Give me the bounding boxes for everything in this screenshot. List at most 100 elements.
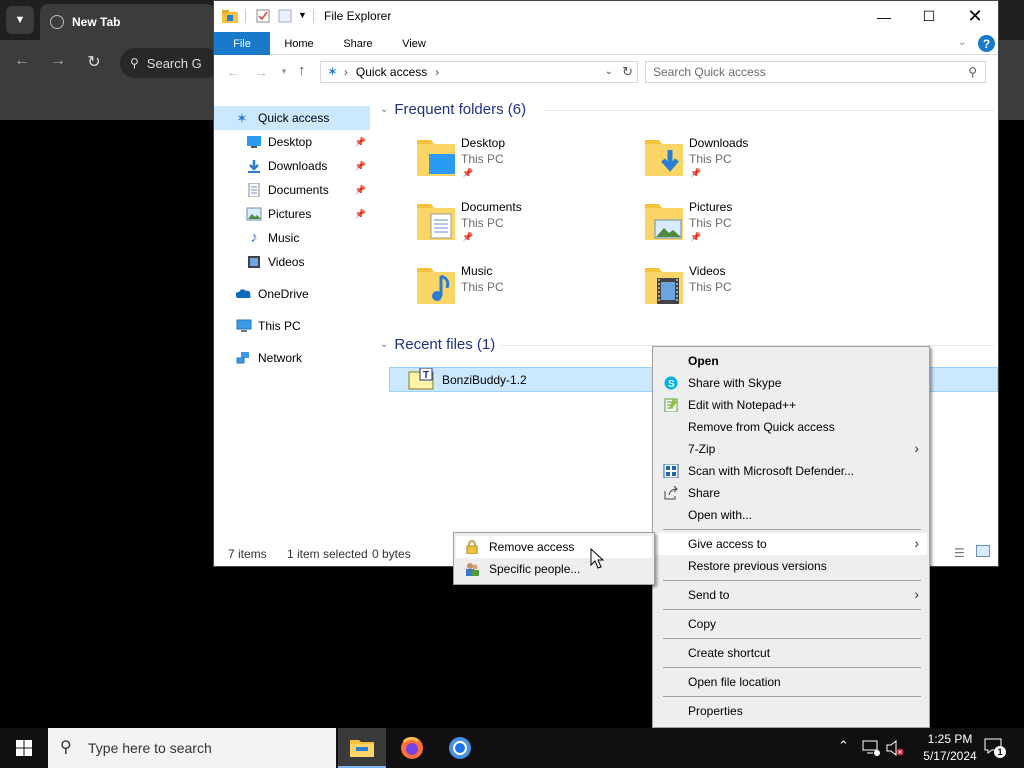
menu-item-give-access-to[interactable]: Give access to ›	[655, 533, 927, 555]
sidebar-item-pictures[interactable]: Pictures 📌	[214, 202, 370, 226]
minimize-button[interactable]: —	[861, 1, 907, 32]
sidebar-item-videos[interactable]: Videos	[214, 250, 370, 274]
sidebar-item-downloads[interactable]: Downloads 📌	[214, 154, 370, 178]
system-clock[interactable]: 1:25 PM 5/17/2024	[910, 731, 990, 765]
menu-item-7zip[interactable]: 7-Zip ›	[655, 438, 927, 460]
search-input[interactable]: Search Quick access ⚲	[645, 61, 986, 83]
sidebar-item-label: Downloads	[268, 159, 328, 173]
menu-item-share-with-skype[interactable]: S Share with Skype	[655, 372, 927, 394]
pin-icon: 📌	[462, 232, 474, 242]
tile-location: This PC	[689, 152, 732, 166]
breadcrumb[interactable]: Quick access	[356, 65, 427, 79]
address-dropdown-icon[interactable]: ⌄	[605, 66, 613, 77]
menu-item-label: Scan with Microsoft Defender...	[688, 464, 855, 478]
taskbar-search-input[interactable]: ⚲ Type here to search	[48, 728, 336, 768]
folder-tile-desktop[interactable]: Desktop This PC 📌	[415, 134, 635, 194]
menu-item-remove-from-quick-access[interactable]: Remove from Quick access	[655, 416, 927, 438]
menu-item-label: Restore previous versions	[688, 559, 827, 573]
back-icon[interactable]: ←	[12, 52, 32, 70]
sidebar-item-music[interactable]: ♪ Music	[214, 226, 370, 250]
forward-icon[interactable]: →	[254, 64, 268, 80]
folder-tile-documents[interactable]: Documents This PC 📌	[415, 198, 635, 258]
sidebar-item-label: Videos	[268, 255, 305, 269]
tile-location: This PC	[461, 280, 504, 294]
sidebar-item-label: OneDrive	[258, 287, 309, 301]
menu-item-restore-previous-versions[interactable]: Restore previous versions	[655, 555, 927, 577]
status-size: 0 bytes	[372, 547, 411, 561]
menu-item-specific-people[interactable]: Specific people...	[456, 558, 652, 580]
recent-files-header[interactable]: ⌄ Recent files (1)	[380, 336, 495, 353]
menu-separator	[663, 580, 921, 581]
menu-item-send-to[interactable]: Send to ›	[655, 584, 927, 606]
menu-item-label: Open file location	[688, 675, 781, 689]
taskbar-chrome[interactable]	[436, 728, 484, 768]
large-icons-view-icon[interactable]	[976, 545, 990, 557]
windows-logo-icon	[16, 740, 32, 756]
tile-location: This PC	[689, 280, 732, 294]
sidebar-item-onedrive[interactable]: OneDrive	[214, 282, 370, 306]
sidebar-item-this-pc[interactable]: This PC	[214, 314, 370, 338]
folder-tile-pictures[interactable]: Pictures This PC 📌	[643, 198, 863, 258]
menu-item-open[interactable]: Open	[655, 350, 927, 372]
menu-item-label: 7-Zip	[688, 442, 716, 456]
start-button[interactable]	[0, 728, 48, 768]
up-icon[interactable]: ↑	[298, 62, 306, 79]
details-view-icon[interactable]: ☰	[954, 546, 965, 560]
menu-item-label: Share with Skype	[688, 376, 782, 390]
downloads-icon	[248, 160, 260, 173]
folder-tile-music[interactable]: Music This PC	[415, 262, 635, 322]
sidebar-item-quick-access[interactable]: ✶ Quick access	[214, 106, 370, 130]
menu-item-create-shortcut[interactable]: Create shortcut	[655, 642, 927, 664]
taskbar-file-explorer[interactable]	[338, 728, 386, 768]
back-icon[interactable]: ←	[226, 64, 240, 80]
folder-tile-videos[interactable]: Videos This PC	[643, 262, 863, 322]
folder-tile-downloads[interactable]: Downloads This PC 📌	[643, 134, 863, 194]
maximize-button[interactable]: ☐	[906, 1, 952, 32]
recent-locations-icon[interactable]: ▼	[280, 67, 288, 76]
tab-view[interactable]: View	[392, 32, 436, 55]
tab-home[interactable]: Home	[274, 32, 324, 55]
properties-icon[interactable]	[256, 9, 270, 23]
network-status-icon[interactable]	[862, 740, 880, 756]
menu-item-open-with[interactable]: Open with...	[655, 504, 927, 526]
menu-item-share[interactable]: Share	[655, 482, 927, 504]
address-bar[interactable]: ✶ › Quick access › ⌄ ↻	[320, 61, 638, 83]
volume-muted-icon[interactable]	[886, 740, 904, 756]
menu-item-properties[interactable]: Properties	[655, 700, 927, 722]
videos-folder-icon	[645, 268, 683, 304]
refresh-icon[interactable]: ↻	[622, 64, 633, 80]
omnibox[interactable]: ⚲ Search G	[120, 48, 220, 78]
frequent-folders-header[interactable]: ⌄ Frequent folders (6)	[380, 101, 526, 118]
sidebar-item-documents[interactable]: Documents 📌	[214, 178, 370, 202]
new-folder-icon[interactable]	[278, 9, 292, 23]
notification-center-button[interactable]: 1	[984, 738, 1006, 758]
skype-icon: S	[664, 376, 678, 390]
tab-search-chevron-icon[interactable]: ▼	[6, 6, 34, 34]
forward-icon[interactable]: →	[48, 52, 68, 70]
close-button[interactable]: ✕	[952, 1, 998, 32]
show-hidden-icons-icon[interactable]: ⌃	[838, 738, 849, 754]
sidebar-item-desktop[interactable]: Desktop 📌	[214, 130, 370, 154]
pin-icon: 📌	[690, 232, 702, 242]
menu-item-scan-with-defender[interactable]: Scan with Microsoft Defender...	[655, 460, 927, 482]
browser-tab[interactable]: New Tab	[40, 4, 215, 40]
desktop-icon	[247, 136, 261, 148]
reload-icon[interactable]: ↻	[84, 52, 104, 72]
customize-toolbar-icon[interactable]: ▼	[298, 10, 307, 20]
mouse-cursor-icon	[590, 548, 604, 569]
expand-ribbon-icon[interactable]: ⌄	[958, 37, 966, 48]
help-icon[interactable]: ?	[978, 35, 995, 52]
pictures-folder-icon	[645, 204, 683, 240]
desktop-folder-icon	[417, 140, 455, 176]
tile-name: Downloads	[689, 136, 749, 150]
tab-file[interactable]: File	[214, 32, 270, 55]
menu-item-copy[interactable]: Copy	[655, 613, 927, 635]
taskbar-firefox[interactable]	[388, 728, 436, 768]
menu-item-open-file-location[interactable]: Open file location	[655, 671, 927, 693]
pin-icon: 📌	[354, 136, 366, 147]
tile-name: Videos	[689, 264, 726, 278]
menu-item-remove-access[interactable]: Remove access	[456, 536, 652, 558]
menu-item-edit-with-notepadpp[interactable]: Edit with Notepad++	[655, 394, 927, 416]
tab-share[interactable]: Share	[334, 32, 382, 55]
sidebar-item-network[interactable]: Network	[214, 346, 370, 370]
